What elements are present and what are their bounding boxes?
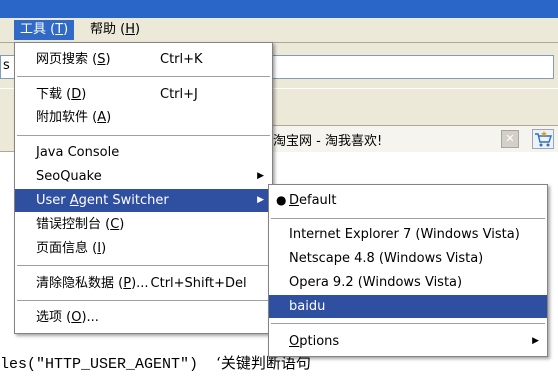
menu-help-label: 帮助 ( xyxy=(90,22,126,37)
ua-options-key: O xyxy=(289,334,300,349)
menu-help-key: H xyxy=(125,22,135,37)
tab-taobao[interactable]: 淘宝网 - 淘我喜欢! ✕ xyxy=(262,125,558,152)
ua-default-label: efault xyxy=(299,193,337,208)
options-end: )... xyxy=(81,310,99,325)
downloads-key: D xyxy=(71,87,82,102)
java-console-label: ava Console xyxy=(39,145,120,160)
menu-separator xyxy=(271,323,545,324)
ua-baidu-label: baidu xyxy=(289,299,326,314)
page-info-end: ) xyxy=(101,241,107,256)
ua-default-key: D xyxy=(289,193,300,208)
ua-item-baidu[interactable]: baidu xyxy=(269,295,547,318)
menu-item-page-info[interactable]: 页面信息 (I) xyxy=(15,237,272,260)
tab-title: 淘宝网 - 淘我喜欢! xyxy=(273,134,383,149)
menu-item-clear-private-data[interactable]: 清除隐私数据 (P)... Ctrl+Shift+Del xyxy=(15,272,272,295)
menu-tools-label: 工具 ( xyxy=(20,22,56,37)
addons-end: ) xyxy=(106,110,112,125)
ua-item-netscape[interactable]: Netscape 4.8 (Windows Vista) xyxy=(269,247,547,270)
menu-bar: 工具 (T) 帮助 (H) xyxy=(0,18,558,43)
address-text: s xyxy=(3,58,10,73)
tools-menu: 网页搜索 (S) Ctrl+K 下载 (D) Ctrl+J 附加软件 (A) J… xyxy=(14,42,273,334)
ua-item-default[interactable]: ● Default xyxy=(269,189,547,212)
submenu-arrow-icon: ▶ xyxy=(257,171,264,181)
menu-item-addons[interactable]: 附加软件 (A) xyxy=(15,106,272,129)
ua-switcher-label: User xyxy=(36,193,70,208)
submenu-arrow-icon: ▶ xyxy=(257,195,264,205)
error-console-key: C xyxy=(110,217,120,232)
clear-private-key: P xyxy=(123,276,132,291)
downloads-label: 下载 ( xyxy=(36,87,72,102)
options-key: O xyxy=(71,310,82,325)
error-console-label: 错误控制台 ( xyxy=(36,217,111,232)
menu-separator xyxy=(17,265,270,266)
menu-separator xyxy=(17,135,270,136)
seoquake-label: SeoQuake xyxy=(36,169,102,184)
clear-private-end: )... xyxy=(131,276,149,291)
shopping-cart-icon[interactable] xyxy=(532,129,554,149)
addons-label: 附加软件 ( xyxy=(36,110,98,125)
web-search-label: 网页搜索 ( xyxy=(36,52,98,67)
code-text: les("HTTP_USER_AGENT") xyxy=(0,356,199,373)
menu-item-ua-switcher[interactable]: User Agent Switcher ▶ xyxy=(15,189,272,212)
close-icon[interactable]: ✕ xyxy=(501,130,519,148)
menu-separator xyxy=(271,218,545,219)
ua-switcher-key: A xyxy=(69,193,79,208)
page-info-label: 页面信息 ( xyxy=(36,241,98,256)
code-snippet: les("HTTP_USER_AGENT") ‘关键判断语句 xyxy=(0,352,311,373)
menu-tools-end: ) xyxy=(63,22,69,37)
downloads-end: ) xyxy=(81,87,87,102)
menu-item-java-console[interactable]: Java Console xyxy=(15,141,272,164)
radio-bullet-icon: ● xyxy=(276,193,287,207)
ua-item-opera[interactable]: Opera 9.2 (Windows Vista) xyxy=(269,271,547,294)
web-search-shortcut: Ctrl+K xyxy=(160,52,203,67)
menu-item-downloads[interactable]: 下载 (D) Ctrl+J xyxy=(15,83,272,106)
ua-ie7-label: Internet Explorer 7 (Windows Vista) xyxy=(289,227,520,242)
menu-separator xyxy=(17,300,270,301)
ua-options-label: ptions xyxy=(299,334,340,349)
menu-item-seoquake[interactable]: SeoQuake ▶ xyxy=(15,165,272,188)
menu-help-end: ) xyxy=(135,22,141,37)
options-label: 选项 ( xyxy=(36,310,72,325)
addons-key: A xyxy=(97,110,107,125)
clear-private-shortcut: Ctrl+Shift+Del xyxy=(150,276,247,291)
submenu-arrow-icon: ▶ xyxy=(532,336,539,346)
menu-item-web-search[interactable]: 网页搜索 (S) Ctrl+K xyxy=(15,48,272,71)
user-agent-submenu: ● Default Internet Explorer 7 (Windows V… xyxy=(268,184,548,357)
ua-item-ie7[interactable]: Internet Explorer 7 (Windows Vista) xyxy=(269,223,547,246)
ua-opera-label: Opera 9.2 (Windows Vista) xyxy=(289,275,463,290)
menu-item-error-console[interactable]: 错误控制台 (C) xyxy=(15,213,272,236)
error-console-end: ) xyxy=(119,217,125,232)
menu-item-options[interactable]: 选项 (O)... xyxy=(15,306,272,329)
menu-separator xyxy=(17,76,270,77)
ua-netscape-label: Netscape 4.8 (Windows Vista) xyxy=(289,251,484,266)
menu-tools-key: T xyxy=(55,22,64,37)
menu-tools[interactable]: 工具 (T) xyxy=(14,20,75,40)
ua-item-options[interactable]: Options ▶ xyxy=(269,330,547,353)
web-search-end: ) xyxy=(105,52,111,67)
title-bar xyxy=(0,0,558,18)
downloads-shortcut: Ctrl+J xyxy=(160,87,198,102)
clear-private-label: 清除隐私数据 ( xyxy=(36,276,124,291)
ua-switcher-end: gent Switcher xyxy=(78,193,169,208)
menu-help[interactable]: 帮助 (H) xyxy=(84,20,146,40)
